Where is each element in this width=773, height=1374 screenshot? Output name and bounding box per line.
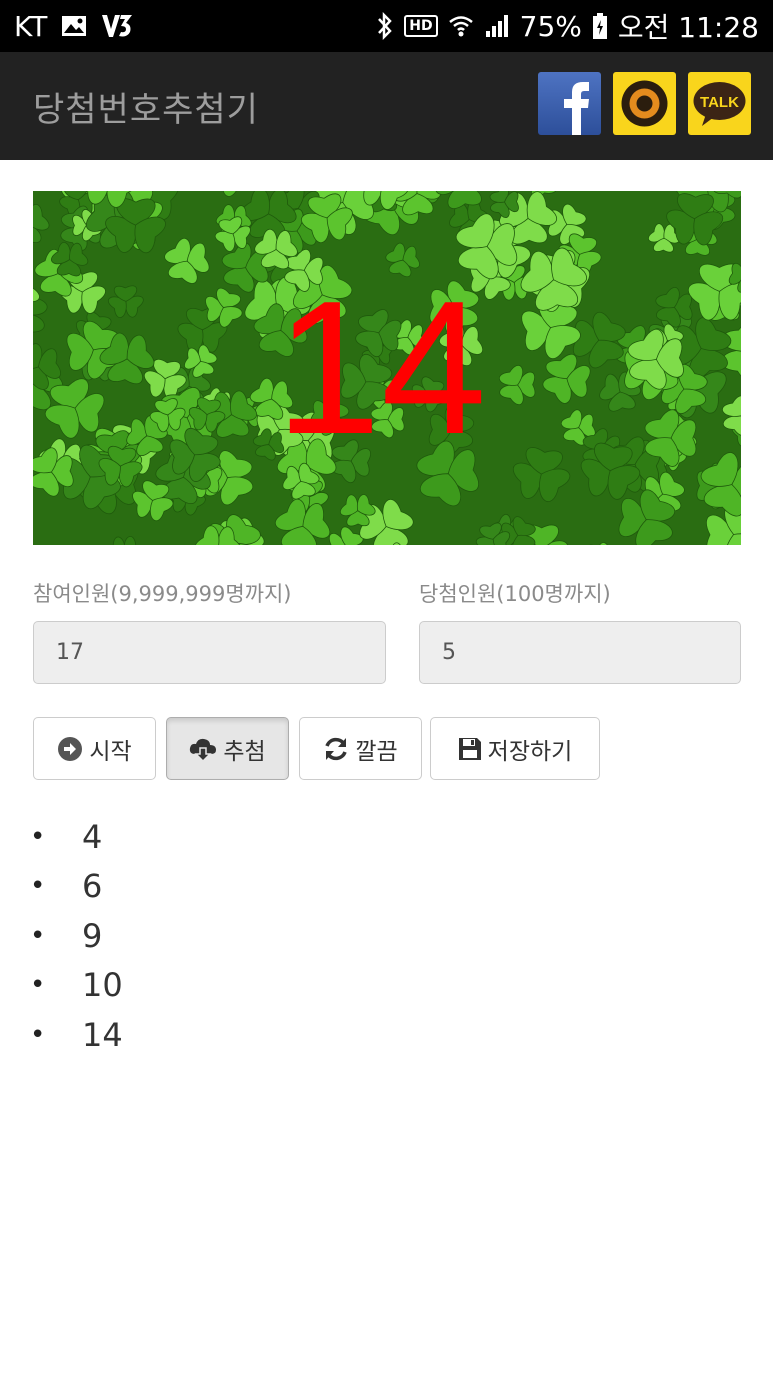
floppy-disk-icon: [458, 737, 482, 761]
bullet-icon: •: [30, 1019, 46, 1050]
result-value: 14: [82, 1015, 123, 1054]
kakaotalk-label: TALK: [700, 94, 739, 111]
result-item: • 4: [30, 812, 123, 862]
kakaostory-share-button[interactable]: [613, 72, 676, 135]
drawn-number: 14: [275, 262, 487, 474]
bullet-icon: •: [30, 821, 46, 852]
participants-input[interactable]: [33, 621, 386, 684]
result-value: 10: [82, 966, 123, 1005]
result-value: 6: [82, 867, 103, 906]
wifi-icon: [448, 13, 474, 39]
draw-button[interactable]: 추첨: [166, 717, 289, 780]
winners-input[interactable]: [419, 621, 741, 684]
kakaotalk-share-button[interactable]: TALK: [688, 72, 751, 135]
draw-label: 추첨: [223, 738, 266, 765]
save-label: 저장하기: [487, 738, 573, 765]
facebook-icon: [564, 82, 589, 135]
share-buttons: TALK: [538, 72, 751, 135]
result-value: 9: [82, 916, 103, 955]
bullet-icon: •: [30, 920, 46, 951]
app-bar: 당첨번호추첨기 TALK: [0, 52, 773, 160]
clear-label: 깔끔: [355, 738, 398, 765]
clear-button[interactable]: 깔끔: [299, 717, 422, 780]
bullet-icon: •: [30, 970, 46, 1001]
result-item: • 9: [30, 911, 123, 961]
arrow-circle-right-icon: [57, 736, 83, 762]
carrier-label: KT: [14, 9, 48, 43]
result-item: • 14: [30, 1010, 123, 1060]
gallery-icon: [61, 15, 87, 37]
result-item: • 6: [30, 862, 123, 912]
start-button[interactable]: 시작: [33, 717, 156, 780]
battery-percent: 75%: [519, 9, 582, 43]
kakaotalk-icon: TALK: [693, 82, 746, 126]
winners-label: 당첨인원(100명까지): [419, 582, 611, 606]
app-title: 당첨번호추첨기: [33, 89, 259, 130]
start-label: 시작: [89, 738, 132, 765]
kakaostory-icon: [621, 80, 668, 127]
signal-icon: [484, 14, 510, 38]
clock: 오전 11:28: [617, 11, 759, 44]
cloud-download-icon: [189, 736, 217, 762]
hd-voice-icon: HD: [404, 15, 438, 37]
result-value: 4: [82, 817, 103, 856]
battery-icon: [592, 12, 608, 40]
clover-banner: 14: [33, 191, 741, 545]
bluetooth-icon: [376, 12, 394, 40]
status-bar: KT HD 75% 오전 11:28: [0, 0, 773, 52]
bullet-icon: •: [30, 871, 46, 902]
result-list: • 4 • 6 • 9 • 10 • 14: [30, 812, 123, 1060]
save-button[interactable]: 저장하기: [430, 717, 600, 780]
result-item: • 10: [30, 961, 123, 1011]
v3-app-icon: [101, 13, 133, 39]
facebook-share-button[interactable]: [538, 72, 601, 135]
participants-label: 참여인원(9,999,999명까지): [33, 582, 292, 606]
refresh-icon: [323, 736, 349, 762]
